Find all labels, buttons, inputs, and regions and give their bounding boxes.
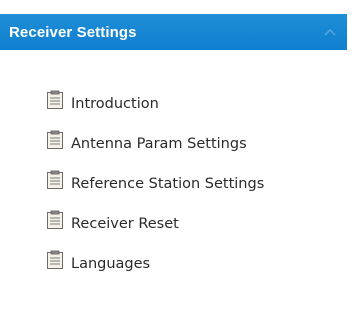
menu-item-languages[interactable]: Languages bbox=[46, 244, 264, 284]
receiver-settings-panel: Receiver Settings Introduction Antenna P… bbox=[0, 0, 357, 336]
chevron-up-icon[interactable] bbox=[323, 25, 337, 39]
document-icon bbox=[46, 130, 64, 150]
menu-item-label: Languages bbox=[71, 256, 151, 272]
document-icon bbox=[46, 90, 64, 110]
menu-item-label: Introduction bbox=[71, 96, 159, 112]
menu-item-label: Receiver Reset bbox=[71, 216, 179, 232]
menu-item-receiver-reset[interactable]: Receiver Reset bbox=[46, 204, 264, 244]
document-icon bbox=[46, 210, 64, 230]
menu-item-label: Reference Station Settings bbox=[71, 176, 265, 192]
document-icon bbox=[46, 250, 64, 270]
document-icon bbox=[46, 170, 64, 190]
menu-item-label: Antenna Param Settings bbox=[71, 136, 247, 152]
panel-header[interactable]: Receiver Settings bbox=[0, 14, 347, 50]
menu-item-reference-station-settings[interactable]: Reference Station Settings bbox=[46, 164, 264, 204]
menu-item-introduction[interactable]: Introduction bbox=[46, 84, 264, 124]
menu-item-antenna-param-settings[interactable]: Antenna Param Settings bbox=[46, 124, 264, 164]
panel-title: Receiver Settings bbox=[9, 23, 137, 41]
settings-menu: Introduction Antenna Param Settings Refe… bbox=[46, 84, 264, 284]
